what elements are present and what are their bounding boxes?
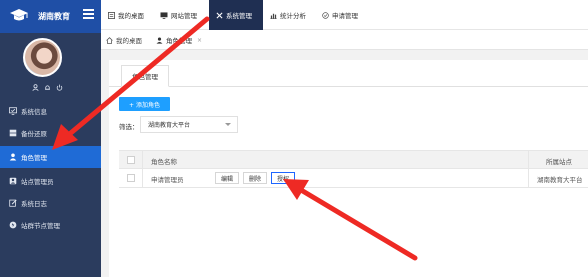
top-nav-desktop[interactable]: 我的桌面 xyxy=(107,0,144,30)
sidebar-item-system-log[interactable]: 系统日志 xyxy=(0,192,101,214)
bell-icon[interactable] xyxy=(44,84,51,91)
subtab-label: 角色管理 xyxy=(132,73,158,81)
top-nav-label: 系统管理 xyxy=(226,12,252,20)
top-nav-label: 我的桌面 xyxy=(118,12,144,20)
edit-label: 编辑 xyxy=(220,175,233,183)
chevron-down-icon xyxy=(225,123,231,126)
tab-role-management[interactable]: 角色管理 × xyxy=(156,30,205,51)
sidebar-item-site-admin[interactable]: 站点管理员 xyxy=(0,170,101,192)
edit-button[interactable]: 编辑 xyxy=(215,172,239,184)
subtab-divider xyxy=(109,86,588,87)
sidebar: 湖南教育 系统信息 备份还原 角色管理 站点管理员 系统日志 站群节点管理 xyxy=(0,0,101,277)
graduation-cap-icon xyxy=(10,9,28,21)
brand-name: 湖南教育 xyxy=(38,12,70,21)
edit-log-icon xyxy=(8,199,17,208)
sidebar-item-node-management[interactable]: 站群节点管理 xyxy=(0,214,101,236)
user-icon xyxy=(156,37,163,44)
sidebar-item-role-management[interactable]: 角色管理 xyxy=(0,146,101,168)
top-nav: 我的桌面 网站管理 系统管理 统计分析 申请管理 xyxy=(101,0,588,30)
top-nav-label: 网站管理 xyxy=(171,12,197,20)
select-all-checkbox[interactable] xyxy=(127,156,135,164)
monitor-check-icon xyxy=(8,107,17,116)
home-icon xyxy=(106,36,113,44)
top-nav-system-management[interactable]: 系统管理 xyxy=(209,0,263,30)
sidebar-item-backup[interactable]: 备份还原 xyxy=(0,122,101,144)
delete-label: 删除 xyxy=(248,175,261,183)
top-nav-statistics[interactable]: 统计分析 xyxy=(269,0,306,30)
column-divider xyxy=(142,150,143,188)
site-filter-select[interactable]: 湖南教育大平台 xyxy=(140,116,238,133)
user-admin-icon xyxy=(8,177,17,186)
sidebar-item-label: 角色管理 xyxy=(21,154,47,162)
menu-toggle-icon[interactable] xyxy=(83,9,94,19)
filter-label: 筛选： xyxy=(119,123,139,131)
add-role-label: + 添加角色 xyxy=(129,101,160,109)
table-header: 角色名称 所属站点 xyxy=(119,150,588,169)
user-actions xyxy=(32,84,63,91)
tab-bar: 我的桌面 角色管理 × xyxy=(101,30,588,51)
monitor-icon xyxy=(160,11,168,19)
grant-label: 授权 xyxy=(276,175,289,183)
database-icon xyxy=(8,129,17,138)
avatar[interactable] xyxy=(23,38,62,77)
header-role-name: 角色名称 xyxy=(151,158,177,166)
top-nav-applications[interactable]: 申请管理 xyxy=(321,0,358,30)
grant-button[interactable]: 授权 xyxy=(271,172,295,184)
site-filter-value: 湖南教育大平台 xyxy=(148,122,191,129)
bar-chart-icon xyxy=(269,11,277,19)
user-profile-icon[interactable] xyxy=(32,84,39,91)
top-nav-label: 统计分析 xyxy=(280,12,306,20)
desktop-icon xyxy=(107,11,115,19)
power-icon[interactable] xyxy=(56,84,63,91)
subtab-role-management[interactable]: 角色管理 xyxy=(121,65,169,87)
tab-label: 角色管理 xyxy=(166,37,192,45)
user-icon xyxy=(8,153,17,162)
brand-bar: 湖南教育 xyxy=(0,0,101,33)
cell-site: 湖南教育大平台 xyxy=(537,176,583,184)
tools-icon xyxy=(215,11,223,19)
cell-role-name: 申请管理员 xyxy=(151,176,184,184)
sidebar-item-label: 备份还原 xyxy=(21,130,47,138)
sidebar-item-system-info[interactable]: 系统信息 xyxy=(0,100,101,122)
delete-button[interactable]: 删除 xyxy=(243,172,267,184)
column-divider xyxy=(528,150,529,188)
role-panel: 角色管理 + 添加角色 筛选： 湖南教育大平台 角色名称 所属站点 申请管理员 … xyxy=(109,60,588,277)
top-nav-site-management[interactable]: 网站管理 xyxy=(160,0,197,30)
sidebar-item-label: 系统信息 xyxy=(21,108,47,116)
table-row: 申请管理员 编辑 删除 授权 湖南教育大平台 xyxy=(119,169,588,188)
circle-check-icon xyxy=(321,11,329,19)
sidebar-item-label: 系统日志 xyxy=(21,200,47,208)
top-nav-label: 申请管理 xyxy=(332,12,358,20)
close-icon[interactable]: × xyxy=(197,37,202,44)
row-checkbox[interactable] xyxy=(127,174,135,182)
tab-my-desktop[interactable]: 我的桌面 xyxy=(106,30,142,50)
sidebar-item-label: 站群节点管理 xyxy=(21,222,60,230)
node-icon xyxy=(8,221,17,230)
sidebar-item-label: 站点管理员 xyxy=(21,178,54,186)
header-site: 所属站点 xyxy=(546,158,572,166)
content-area: 角色管理 + 添加角色 筛选： 湖南教育大平台 角色名称 所属站点 申请管理员 … xyxy=(101,50,588,277)
tab-label: 我的桌面 xyxy=(116,37,142,45)
add-role-button[interactable]: + 添加角色 xyxy=(119,97,170,111)
